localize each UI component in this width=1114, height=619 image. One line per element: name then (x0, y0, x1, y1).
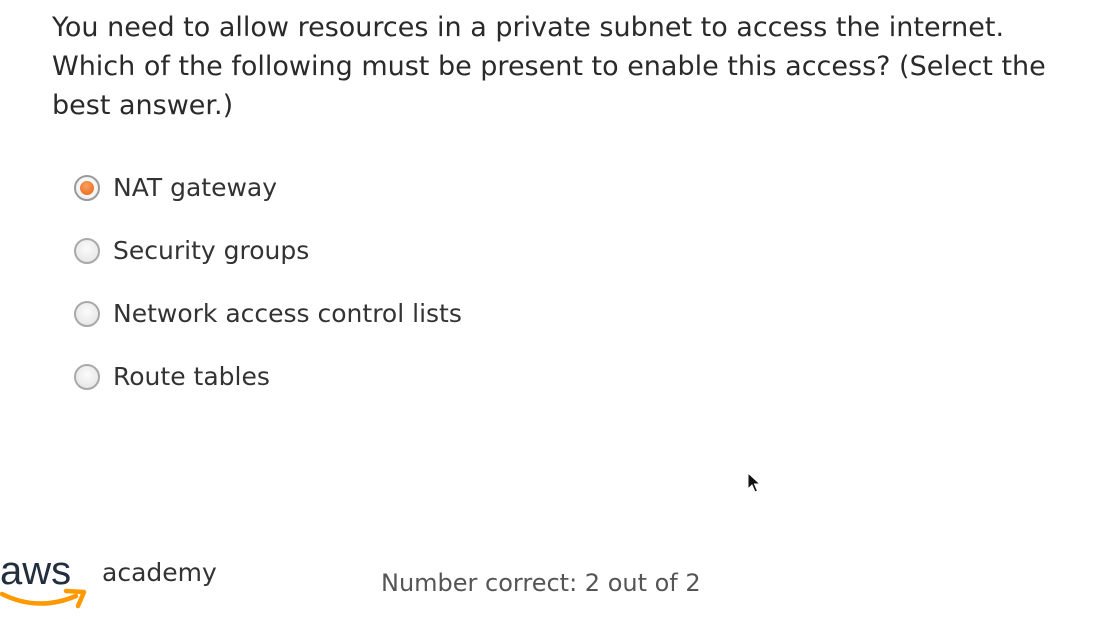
option-label: Route tables (113, 362, 270, 391)
option-nat-gateway[interactable]: NAT gateway (74, 156, 462, 219)
radio-button[interactable] (74, 363, 100, 390)
question-text: You need to allow resources in a private… (52, 12, 1046, 121)
option-label: Security groups (113, 236, 310, 265)
radio-button-selected[interactable] (74, 174, 100, 201)
option-label: NAT gateway (113, 173, 278, 202)
score-text: Number correct: 2 out of 2 (381, 569, 701, 597)
option-route-tables[interactable]: Route tables (74, 345, 462, 408)
logo-academy-text: academy (102, 558, 217, 587)
mouse-pointer-icon (747, 472, 761, 493)
option-security-groups[interactable]: Security groups (74, 219, 462, 282)
radio-button[interactable] (74, 300, 100, 327)
option-label: Network access control lists (113, 299, 462, 328)
answer-options: NAT gateway Security groups Network acce… (74, 156, 462, 408)
aws-smile-arrow-icon (0, 588, 87, 609)
radio-button[interactable] (74, 237, 100, 264)
option-network-acls[interactable]: Network access control lists (74, 282, 462, 345)
aws-academy-logo: aws academy (0, 548, 230, 612)
